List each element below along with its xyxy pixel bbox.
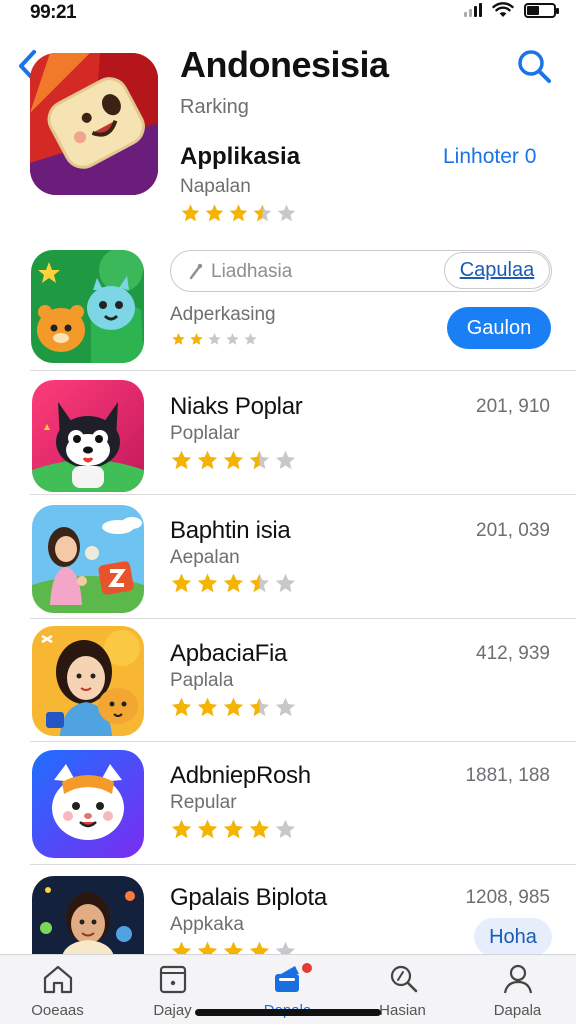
star-empty-icon bbox=[244, 333, 257, 345]
star-full-icon bbox=[223, 573, 244, 593]
search-placeholder: Liadhasia bbox=[211, 261, 293, 282]
app-rating-count: 201, 039 bbox=[476, 520, 550, 541]
star-half-icon bbox=[249, 450, 270, 470]
star-rating bbox=[169, 696, 298, 718]
star-full-icon bbox=[190, 333, 203, 345]
star-rating bbox=[169, 449, 298, 471]
app-title[interactable]: Baphtin isia bbox=[170, 517, 291, 545]
star-full-icon bbox=[223, 819, 244, 839]
featured-app-name[interactable]: Applikasia bbox=[180, 143, 300, 171]
app-subtitle: Aepalan bbox=[170, 547, 240, 568]
app-rating-count: 201, 910 bbox=[476, 396, 550, 417]
app-subtitle: Repular bbox=[170, 792, 237, 813]
tab-profile[interactable]: Dapala bbox=[460, 955, 575, 1024]
star-empty-icon bbox=[277, 204, 296, 222]
tab-label: Ooeaas bbox=[31, 1002, 84, 1019]
app-title[interactable]: Niaks Poplar bbox=[170, 393, 303, 421]
status-time: 99:21 bbox=[30, 2, 77, 23]
app-icon-cat[interactable] bbox=[32, 380, 144, 492]
battery-icon bbox=[524, 2, 559, 18]
home-icon bbox=[43, 965, 72, 994]
star-full-icon bbox=[171, 450, 192, 470]
star-rating bbox=[169, 818, 298, 840]
tab-label: Dapala bbox=[493, 1002, 542, 1019]
get-button[interactable]: Gaulon bbox=[447, 307, 551, 349]
search-icon[interactable] bbox=[514, 46, 554, 86]
app-title[interactable]: AdbniepRosh bbox=[170, 762, 311, 790]
star-empty-icon bbox=[275, 697, 296, 717]
star-rating bbox=[179, 203, 298, 223]
star-empty-icon bbox=[275, 450, 296, 470]
signal-icon bbox=[464, 3, 482, 17]
divider bbox=[30, 864, 576, 865]
star-full-icon bbox=[205, 204, 224, 222]
app-icon-monsters[interactable] bbox=[31, 250, 144, 363]
person-icon bbox=[503, 964, 532, 994]
divider bbox=[30, 618, 576, 619]
page-title: Andonesisia bbox=[180, 44, 389, 85]
search-icon bbox=[390, 965, 417, 993]
featured-app-link[interactable]: Linhoter 0 bbox=[443, 145, 536, 169]
star-empty-icon bbox=[208, 333, 221, 345]
star-full-icon bbox=[171, 573, 192, 593]
tab-home[interactable]: Ooeaas bbox=[0, 955, 115, 1024]
star-full-icon bbox=[223, 450, 244, 470]
app-icon-white-cat[interactable] bbox=[32, 750, 144, 858]
app-rating-count: 1208, 985 bbox=[465, 887, 550, 908]
app-icon-boy-space[interactable] bbox=[32, 876, 144, 956]
star-full-icon bbox=[249, 819, 270, 839]
app-icon-girl-park[interactable] bbox=[32, 505, 144, 613]
divider bbox=[30, 370, 576, 371]
divider bbox=[30, 494, 576, 495]
app-rating-count: 412, 939 bbox=[476, 643, 550, 664]
star-full-icon bbox=[171, 819, 192, 839]
featured-app-icon[interactable] bbox=[30, 53, 158, 195]
star-full-icon bbox=[171, 697, 192, 717]
calendar-icon bbox=[159, 965, 186, 994]
app-title[interactable]: ApbaciaFia bbox=[170, 640, 287, 668]
app-icon-girl-cat[interactable] bbox=[32, 626, 144, 736]
star-full-icon bbox=[197, 819, 218, 839]
page-subtitle: Rarking bbox=[180, 96, 249, 118]
notification-badge bbox=[300, 961, 314, 975]
star-empty-icon bbox=[275, 573, 296, 593]
star-empty-icon bbox=[275, 819, 296, 839]
search-input[interactable]: Liadhasia Capulaa bbox=[170, 250, 552, 292]
pill-search-icon bbox=[189, 263, 203, 280]
star-full-icon bbox=[181, 204, 200, 222]
search-cancel-button[interactable]: Capulaa bbox=[444, 252, 550, 289]
status-bar: 99:21 bbox=[0, 0, 576, 26]
star-half-icon bbox=[253, 204, 272, 222]
star-full-icon bbox=[229, 204, 248, 222]
star-half-icon bbox=[249, 573, 270, 593]
app-subtitle: Paplala bbox=[170, 670, 234, 691]
star-half-icon bbox=[249, 697, 270, 717]
app-rating-count: 1881, 188 bbox=[465, 765, 550, 786]
star-rating bbox=[170, 332, 259, 346]
app-subtitle: Poplalar bbox=[170, 423, 240, 444]
wifi-icon bbox=[492, 2, 514, 17]
star-full-icon bbox=[197, 450, 218, 470]
star-full-icon bbox=[197, 697, 218, 717]
app-subtitle: Appkaka bbox=[170, 914, 244, 935]
status-icons bbox=[464, 2, 559, 18]
star-rating bbox=[169, 572, 298, 594]
star-full-icon bbox=[172, 333, 185, 345]
star-full-icon bbox=[197, 573, 218, 593]
star-empty-icon bbox=[226, 333, 239, 345]
divider bbox=[30, 741, 576, 742]
star-full-icon bbox=[223, 697, 244, 717]
app-action-button[interactable]: Hoha bbox=[474, 918, 552, 956]
app-title[interactable]: Gpalais Biplota bbox=[170, 884, 327, 912]
promo-subtitle: Adperkasing bbox=[170, 304, 276, 325]
home-indicator bbox=[195, 1009, 381, 1016]
featured-app-category: Napalan bbox=[180, 176, 251, 197]
